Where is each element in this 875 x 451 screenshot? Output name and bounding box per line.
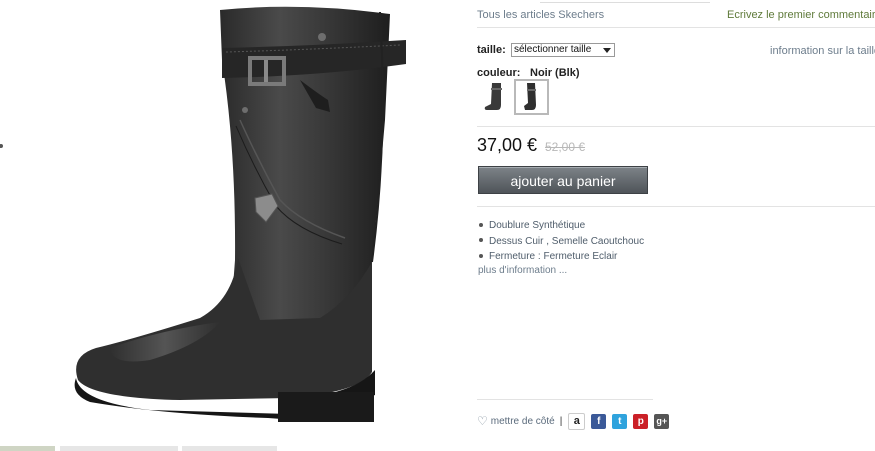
amazon-icon[interactable]: a (568, 412, 586, 430)
thumbnail-tab-1[interactable] (0, 446, 55, 451)
twitter-icon[interactable]: t (612, 413, 628, 429)
chevron-down-icon (603, 48, 611, 53)
divider (477, 126, 875, 127)
list-item: Doublure Synthétique (478, 218, 644, 234)
boot-thumbnail-icon (484, 83, 502, 110)
bullet-icon (479, 253, 483, 258)
product-image-boot[interactable] (0, 0, 470, 451)
current-price: 37,00 € (477, 135, 538, 155)
size-select[interactable]: sélectionner taille (511, 43, 615, 57)
color-label: couleur: (477, 67, 521, 79)
pinterest-icon[interactable]: p (633, 413, 649, 429)
list-item: Fermeture : Fermeture Eclair (478, 249, 644, 265)
more-info-link[interactable]: plus d'information ... (478, 265, 567, 276)
bullet-icon (479, 222, 483, 227)
size-select-value: sélectionner taille (514, 44, 592, 55)
top-edge (540, 0, 710, 3)
thumbnail-tab-2[interactable] (60, 446, 178, 451)
boot-thumbnail-icon (524, 83, 536, 110)
size-label: taille: (477, 44, 506, 56)
divider (477, 206, 875, 207)
google-plus-icon[interactable]: g+ (654, 413, 670, 429)
color-swatch-2[interactable] (514, 79, 549, 115)
write-review-link[interactable]: Ecrivez le premier commentaire (727, 9, 875, 21)
color-swatch-1[interactable] (479, 80, 511, 114)
separator: | (559, 415, 563, 427)
heart-icon[interactable]: ♡ (477, 414, 488, 428)
bullet-icon (479, 238, 483, 243)
all-articles-link[interactable]: Tous les articles Skechers (477, 9, 604, 21)
feature-list: Doublure Synthétique Dessus Cuir , Semel… (478, 218, 644, 265)
size-info-link[interactable]: information sur la taille (770, 45, 875, 57)
divider (477, 27, 875, 28)
thumbnail-tab-3[interactable] (182, 446, 277, 451)
add-to-cart-button[interactable]: ajouter au panier (478, 166, 648, 194)
color-value: Noir (Blk) (530, 67, 580, 79)
divider (477, 399, 653, 400)
facebook-icon[interactable]: f (591, 413, 607, 429)
list-item: Dessus Cuir , Semelle Caoutchouc (478, 234, 644, 250)
old-price: 52,00 € (545, 140, 586, 154)
share-bar: ♡ mettre de côté | a f t p g+ (477, 412, 670, 430)
wishlist-link[interactable]: mettre de côté (491, 416, 555, 427)
